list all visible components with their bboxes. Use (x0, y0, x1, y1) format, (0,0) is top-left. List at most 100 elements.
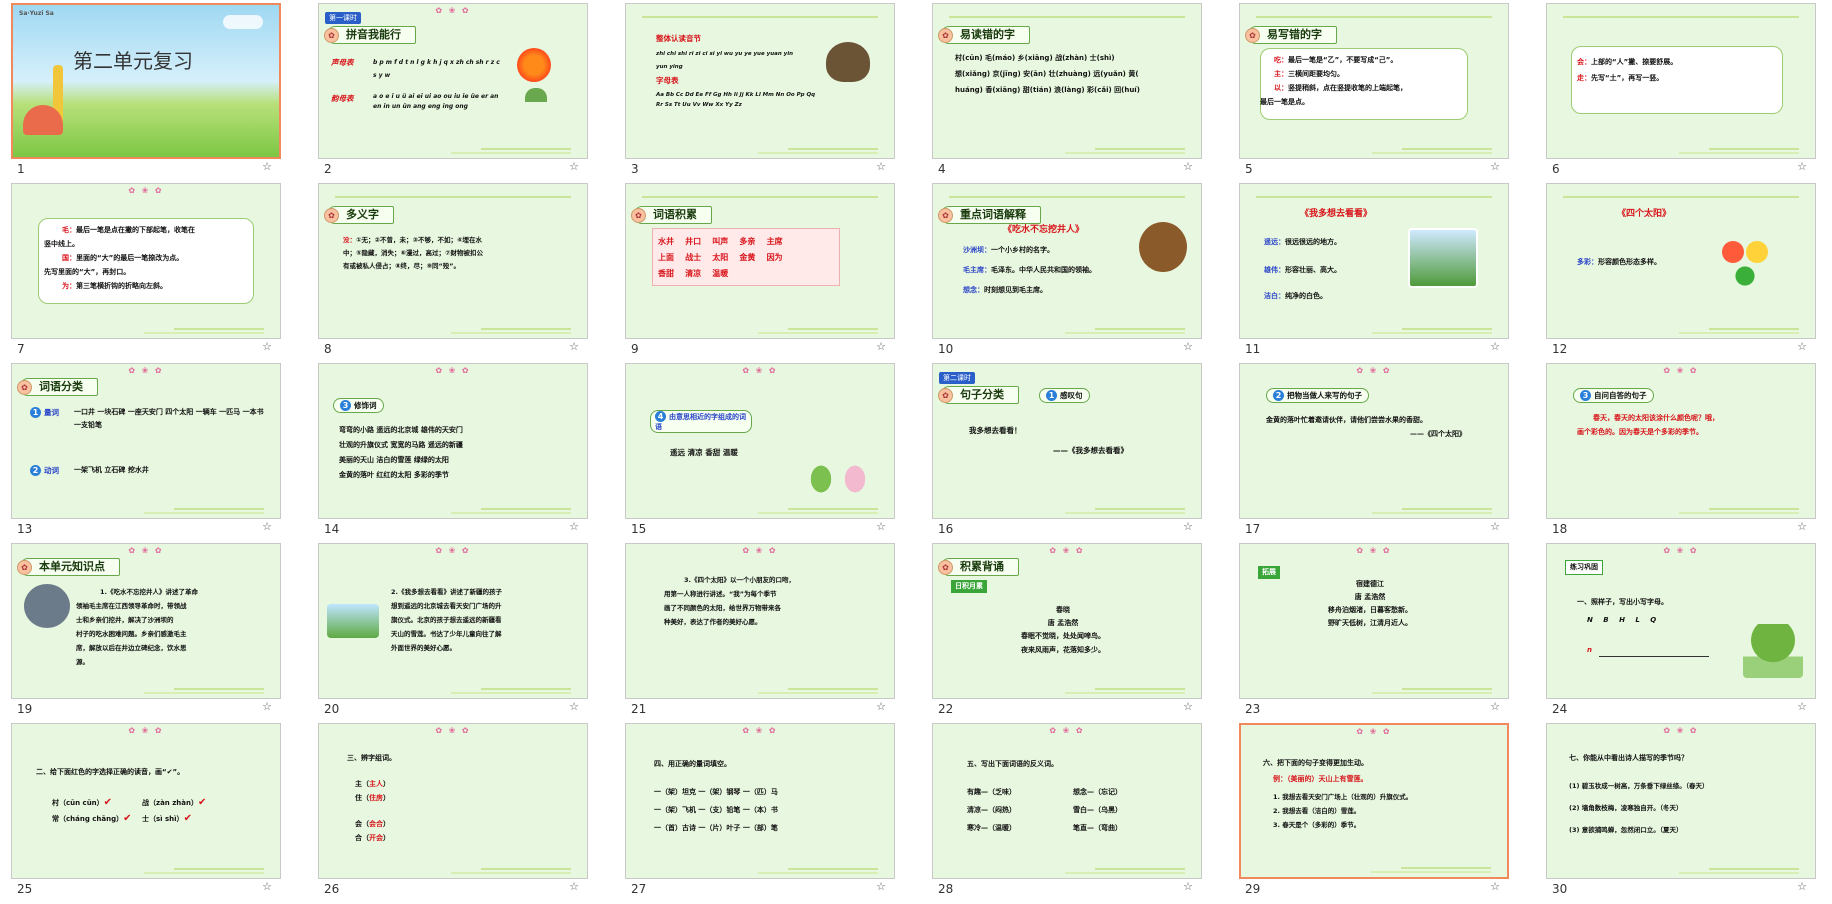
section-tag: 第一课时 (325, 12, 361, 24)
decoration-line (949, 16, 1185, 18)
slide-number: 5 (1245, 162, 1253, 176)
star-icon[interactable]: ☆ (1183, 880, 1193, 893)
slide-thumbnail-1[interactable]: Sa·Yuzi Sa 第二单元复习 (11, 3, 281, 159)
slide-thumbnail-10[interactable]: ✿ 重点词语解释 《吃水不忘挖井人》 沙洲坝：一个小乡村的名字。 毛主席：毛泽东。… (932, 183, 1202, 339)
star-icon[interactable]: ☆ (1183, 520, 1193, 533)
star-icon[interactable]: ☆ (876, 340, 886, 353)
star-icon[interactable]: ☆ (569, 340, 579, 353)
text-line: 领袖毛主席在江西领导革命时，带领战 (76, 602, 187, 610)
slide-number: 21 (631, 702, 647, 716)
slide-thumbnail-25[interactable]: ✿ ❀ ✿ 二、给下面红色的字选择正确的读音，画“✔”。 村（cūn cūn）✔… (11, 723, 281, 879)
slide-cell-9: ✿ 词语积累 水井 井口 叫声 多亲 主席 上面 战士 太阳 金黄 因为 香甜 清… (625, 183, 895, 363)
star-icon[interactable]: ☆ (876, 160, 886, 173)
slide-cell-16: 第二课时 ✿ 句子分类 1 感叹句 我多想去看看！ ——《我多想去看看》 16 ☆ (932, 363, 1202, 543)
slide-thumbnail-16[interactable]: 第二课时 ✿ 句子分类 1 感叹句 我多想去看看！ ——《我多想去看看》 (932, 363, 1202, 519)
slide-thumbnail-4[interactable]: ✿ 易读错的字 村(cūn) 毛(máo) 乡(xiāng) 战(zhàn) 士(… (932, 3, 1202, 159)
decoration-line (451, 512, 571, 514)
answer-line: 1. 我想去看天安门广场上（壮观的）升旗仪式。 (1273, 793, 1413, 801)
slide-thumbnail-11[interactable]: 《我多想去看看》 遥远：很远很远的地方。 雄伟：形容壮丽、高大。 洁白：纯净的白… (1239, 183, 1509, 339)
slide-thumbnail-21[interactable]: ✿ ❀ ✿ 3.《四个太阳》以一个小朋友的口吻， 用第一人称进行讲述。“我”为每… (625, 543, 895, 699)
star-icon[interactable]: ☆ (1183, 700, 1193, 713)
slide-number: 25 (17, 882, 33, 896)
star-icon[interactable]: ☆ (569, 700, 579, 713)
decoration-line (1095, 328, 1185, 330)
star-icon[interactable]: ☆ (1183, 160, 1193, 173)
slide-thumbnail-27[interactable]: ✿ ❀ ✿ 四、用正确的量词填空。 一（架）坦克 一（架）钢琴 一（匹）马 一（… (625, 723, 895, 879)
lesson-title: 《我多想去看看》 (1300, 209, 1373, 219)
slide-thumbnail-15[interactable]: ✿ ❀ ✿ 4 由意思相近的字组成的词语 遥远 清凉 香甜 温暖 (625, 363, 895, 519)
answer-line: 想念—（忘记） (1073, 788, 1122, 796)
slide-thumbnail-6[interactable]: 会：上部的“人”撇、捺要舒展。 走：先写“土”，再写一竖。 (1546, 3, 1816, 159)
star-icon[interactable]: ☆ (262, 520, 272, 533)
star-icon[interactable]: ☆ (1490, 160, 1500, 173)
slide-thumbnail-12[interactable]: 《四个太阳》 多彩：形容颜色形态多样。 (1546, 183, 1816, 339)
star-icon[interactable]: ☆ (1797, 340, 1807, 353)
flower-decoration-icon: ✿ ❀ ✿ (1356, 727, 1392, 736)
star-icon[interactable]: ☆ (876, 520, 886, 533)
text-line: 旗仪式。北京的孩子想去遥远的新疆看 (391, 616, 502, 624)
star-icon[interactable]: ☆ (876, 880, 886, 893)
flower-decoration-icon: ✿ ❀ ✿ (742, 546, 778, 555)
slide-thumbnail-5[interactable]: ✿ 易写错的字 吃：最后一笔是“乙”，不要写成“己”。 主：三横间距要均匀。 以：… (1239, 3, 1509, 159)
star-icon[interactable]: ☆ (569, 880, 579, 893)
answer-line: 一（架）飞机 一（支）铅笔 一（本）书 (654, 806, 778, 814)
decoration-line (451, 152, 571, 154)
slide-thumbnail-19[interactable]: ✿ ❀ ✿ ✿ 本单元知识点 1.《吃水不忘挖井人》讲述了革命 领袖毛主席在江西领… (11, 543, 281, 699)
slide-thumbnail-18[interactable]: ✿ ❀ ✿ 3 自问自答的句子 春天，春天的太阳该涂什么颜色呢？哦， 画个彩色的。… (1546, 363, 1816, 519)
star-icon[interactable]: ☆ (262, 880, 272, 893)
slide-thumbnail-23[interactable]: ✿ ❀ ✿ 拓展 宿建德江 唐 孟浩然 移舟泊烟渚，日暮客愁新。 野旷天低树，江… (1239, 543, 1509, 699)
star-icon[interactable]: ☆ (569, 160, 579, 173)
flower-decoration-icon: ✿ ❀ ✿ (1049, 726, 1085, 735)
cloud-illustration (223, 15, 263, 29)
slide-number: 11 (1245, 342, 1261, 356)
slide-thumbnail-20[interactable]: ✿ ❀ ✿ 2.《我多想去看看》讲述了新疆的孩子 想到遥远的北京城去看天安门广场… (318, 543, 588, 699)
star-icon[interactable]: ☆ (1797, 880, 1807, 893)
poem-author: 唐 孟浩然 (1354, 593, 1386, 601)
slide-tab-title: ✿ 本单元知识点 (17, 558, 120, 576)
star-icon[interactable]: ☆ (1490, 700, 1500, 713)
slide-thumbnail-13[interactable]: ✿ ❀ ✿ ✿ 词语分类 1 量词 一口井 一块石碑 一座天安门 四个太阳 一辆车 … (11, 363, 281, 519)
slide-thumbnail-3[interactable]: 整体认读音节 zhi chi shi ri zi ci si yi wu yu … (625, 3, 895, 159)
slide-thumbnail-28[interactable]: ✿ ❀ ✿ 五、写出下面词语的反义词。 有趣—（乏味） 清凉—（闷热） 寒冷—（… (932, 723, 1202, 879)
slide-thumbnail-2[interactable]: ✿ ❀ ✿ 第一课时 ✿ 拼音我能行 声母表 b p m f d t n l g … (318, 3, 588, 159)
decoration-line (481, 508, 571, 510)
slide-cell-24: ✿ ❀ ✿ 练习巩固 一、照样子，写出小写字母。 N B H L Q n 24 … (1546, 543, 1816, 723)
star-icon[interactable]: ☆ (1490, 340, 1500, 353)
category-label: 2 把物当做人来写的句子 (1266, 388, 1369, 403)
number-badge: 3 (340, 400, 351, 411)
letter-row: N B H L Q (1587, 616, 1657, 624)
star-icon[interactable]: ☆ (569, 520, 579, 533)
text-line: 想到遥远的北京城去看天安门广场的升 (391, 602, 502, 610)
decoration-line (1372, 692, 1492, 694)
slide-thumbnail-26[interactable]: ✿ ❀ ✿ 三、辨字组词。 主（主人） 住（住房） 会（会合） 合（开会） (318, 723, 588, 879)
slide-cell-30: ✿ ❀ ✿ 七、你能从中看出诗人描写的季节吗？ (1) 碧玉妆成一树高，万条垂下… (1546, 723, 1816, 903)
star-icon[interactable]: ☆ (1490, 520, 1500, 533)
star-icon[interactable]: ☆ (1490, 880, 1500, 893)
slide-thumbnail-9[interactable]: ✿ 词语积累 水井 井口 叫声 多亲 主席 上面 战士 太阳 金黄 因为 香甜 清… (625, 183, 895, 339)
slide-thumbnail-14[interactable]: ✿ ❀ ✿ 3 修饰词 弯弯的小路 遥远的北京城 雄伟的天安门 壮观的升旗仪式 宽… (318, 363, 588, 519)
slide-cell-5: ✿ 易写错的字 吃：最后一笔是“乙”，不要写成“己”。 主：三横间距要均匀。 以：… (1239, 3, 1509, 183)
text-line: 外面世界的美好心愿。 (391, 644, 456, 652)
star-icon[interactable]: ☆ (262, 160, 272, 173)
star-icon[interactable]: ☆ (876, 700, 886, 713)
slide-thumbnail-22[interactable]: ✿ ❀ ✿ ✿ 积累背诵 日积月累 春晓 唐 孟浩然 春眠不觉晓，处处闻啼鸟。 夜… (932, 543, 1202, 699)
star-icon[interactable]: ☆ (1797, 160, 1807, 173)
text-line: 会：上部的“人”撇、捺要舒展。 (1577, 58, 1678, 66)
star-icon[interactable]: ☆ (262, 340, 272, 353)
slide-thumbnail-30[interactable]: ✿ ❀ ✿ 七、你能从中看出诗人描写的季节吗？ (1) 碧玉妆成一树高，万条垂下… (1546, 723, 1816, 879)
answer-line: 雪白—（乌黑） (1073, 806, 1122, 814)
slide-header: Sa·Yuzi Sa (19, 10, 54, 17)
slide-thumbnail-24[interactable]: ✿ ❀ ✿ 练习巩固 一、照样子，写出小写字母。 N B H L Q n (1546, 543, 1816, 699)
slide-thumbnail-29[interactable]: ✿ ❀ ✿ 六、把下面的句子变得更加生动。 例：（美丽的）天山上有雪莲。 1. … (1239, 723, 1509, 879)
decoration-line (1679, 152, 1799, 154)
star-icon[interactable]: ☆ (1797, 520, 1807, 533)
star-icon[interactable]: ☆ (1183, 340, 1193, 353)
slide-thumbnail-8[interactable]: ✿ 多义字 没：①无；②不曾，未；③不够，不如；④埋在水 中；⑤隐藏，消失；⑥漫过… (318, 183, 588, 339)
slide-cell-6: 会：上部的“人”撇、捺要舒展。 走：先写“土”，再写一竖。 6 ☆ (1546, 3, 1816, 183)
star-icon[interactable]: ☆ (262, 700, 272, 713)
text-line: 2.《我多想去看看》讲述了新疆的孩子 (391, 588, 502, 596)
slide-thumbnail-17[interactable]: ✿ ❀ ✿ 2 把物当做人来写的句子 金黄的落叶忙着邀请伙伴，请他们尝尝水果的香甜… (1239, 363, 1509, 519)
slide-thumbnail-7[interactable]: ✿ ❀ ✿ 毛：最后一笔是点在撇的下部起笔，收笔在 竖中线上。 国：里面的“大”… (11, 183, 281, 339)
star-icon[interactable]: ☆ (1797, 700, 1807, 713)
question-text: 四、用正确的量词填空。 (654, 760, 731, 768)
